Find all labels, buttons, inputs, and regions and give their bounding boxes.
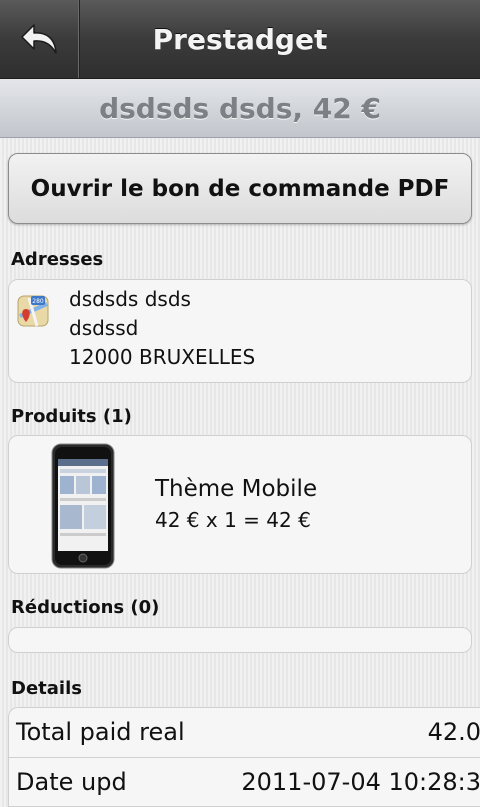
product-thumbnail	[51, 443, 115, 573]
address-card[interactable]: 280 dsdsds dsds dsdssd 12000 BRUXELLES	[8, 279, 472, 383]
detail-row-total: Total paid real 42.0	[9, 708, 480, 756]
top-bar: Prestadget	[0, 0, 480, 79]
open-pdf-button[interactable]: Ouvrir le bon de commande PDF	[8, 153, 472, 224]
app-title: Prestadget	[152, 22, 328, 56]
product-item[interactable]: Thème Mobile 42 € x 1 = 42 €	[8, 435, 472, 574]
detail-key: Total paid real	[16, 718, 185, 746]
svg-text:280: 280	[32, 298, 44, 305]
detail-value: 2011-07-04 10:28:3	[241, 768, 480, 796]
detail-row-date: Date upd 2011-07-04 10:28:3	[9, 758, 480, 806]
details-heading: Details	[11, 678, 82, 699]
details-table: Total paid real 42.0 Date upd 2011-07-04…	[8, 707, 480, 807]
address-line-name: dsdsds dsds	[69, 287, 191, 311]
address-text: dsdsds dsds dsdssd 12000 BRUXELLES	[69, 285, 255, 372]
back-arrow-icon	[20, 24, 57, 54]
discounts-heading: Réductions (0)	[11, 597, 160, 618]
address-line-street: dsdssd	[69, 316, 139, 340]
back-button[interactable]	[0, 0, 80, 78]
detail-value: 42.0	[427, 718, 480, 746]
product-name: Thème Mobile	[155, 476, 318, 502]
products-heading: Produits (1)	[11, 406, 132, 427]
order-title: dsdsds dsds, 42 €	[0, 79, 480, 138]
map-icon: 280	[17, 292, 51, 338]
discounts-list	[8, 627, 472, 653]
address-line-city: 12000 BRUXELLES	[69, 345, 256, 369]
addresses-heading: Adresses	[11, 249, 104, 270]
product-price: 42 € x 1 = 42 €	[155, 508, 311, 532]
detail-key: Date upd	[16, 768, 127, 796]
